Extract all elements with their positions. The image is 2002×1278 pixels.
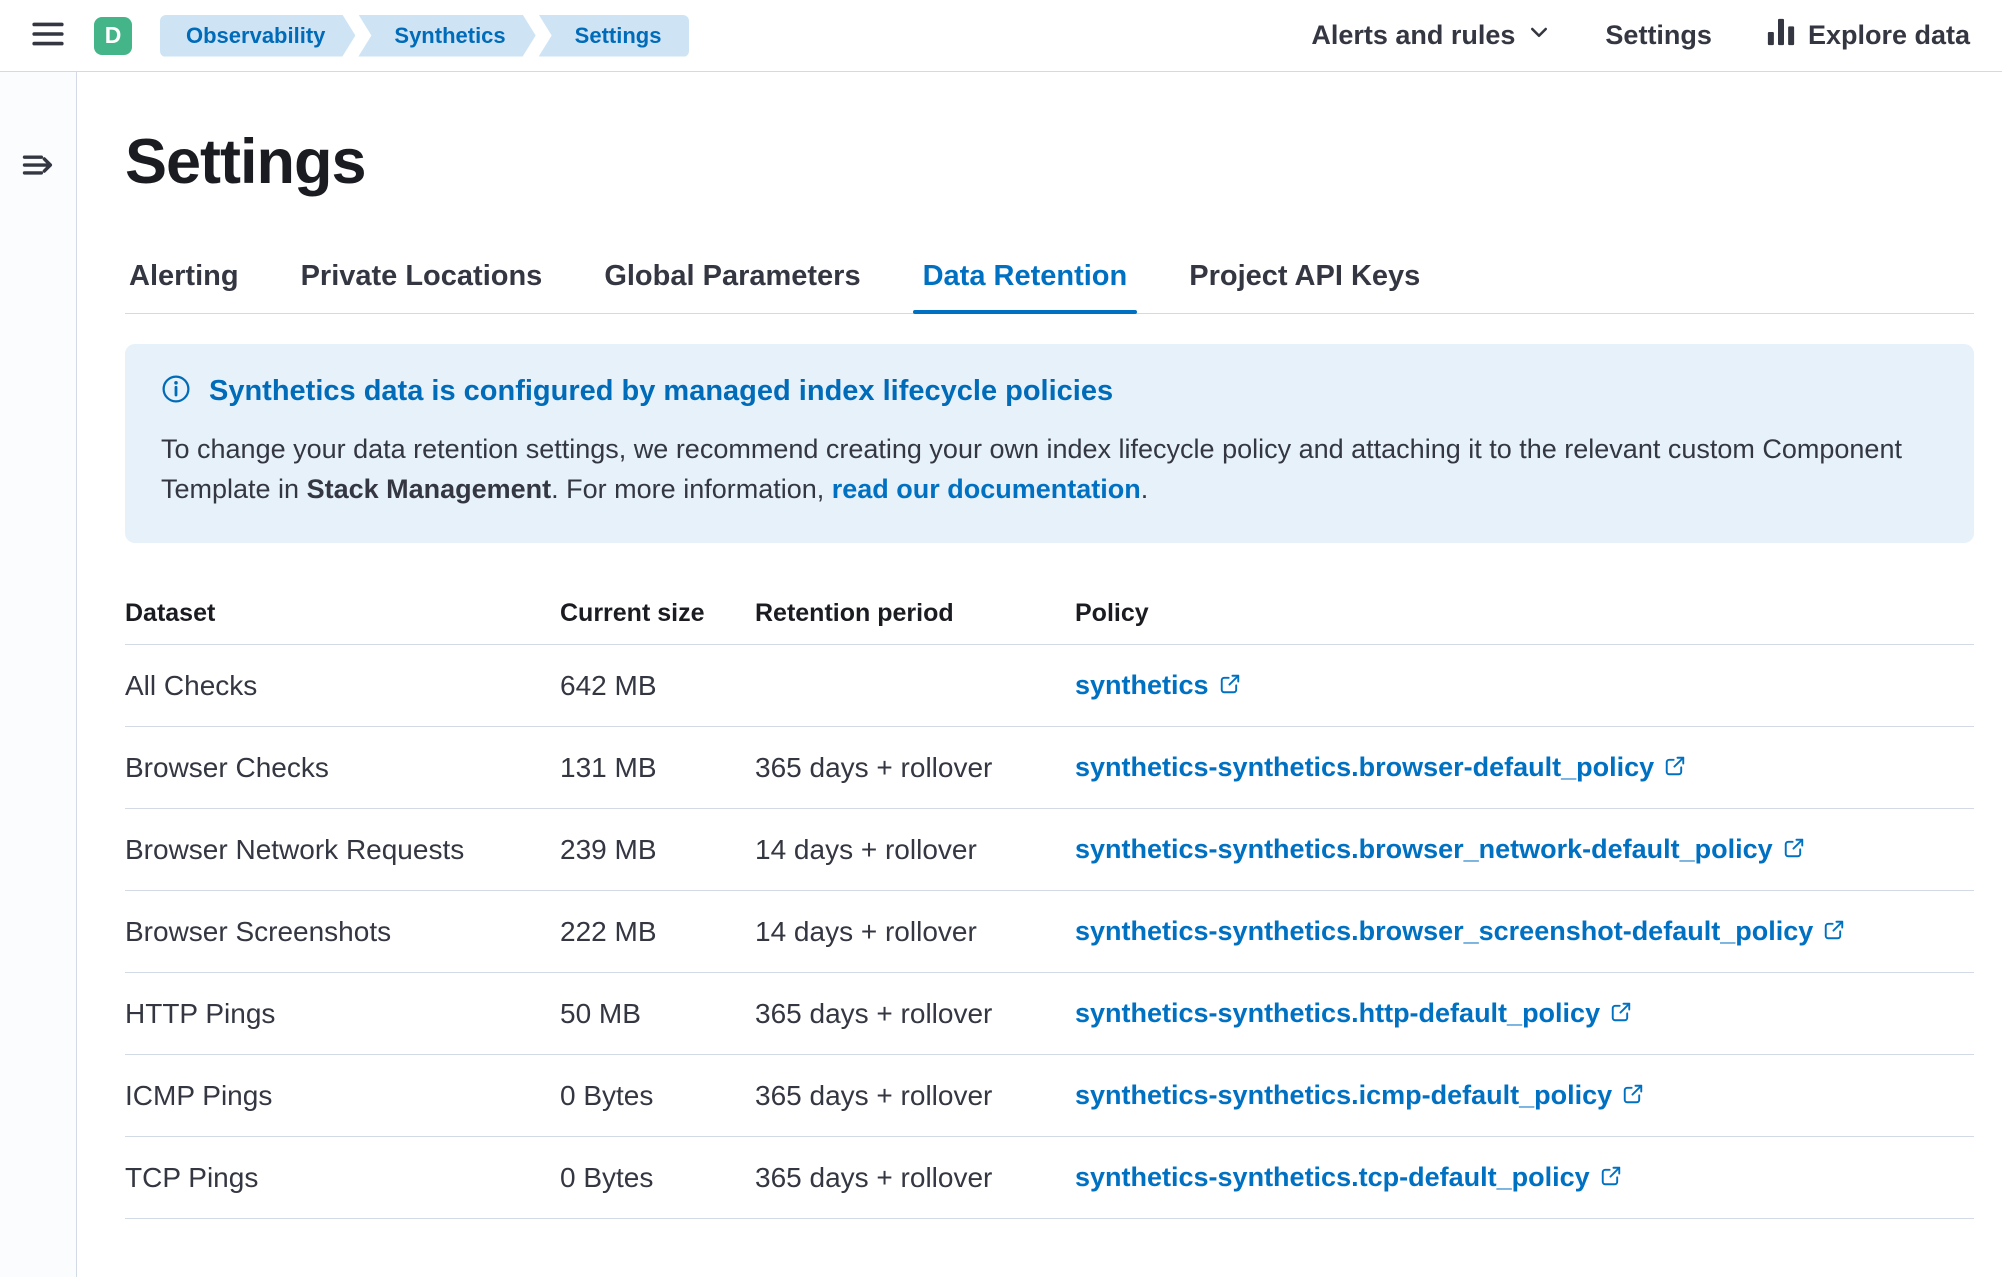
table-row: Browser Screenshots 222 MB 14 days + rol… bbox=[125, 891, 1974, 973]
policy-link-label: synthetics-synthetics.tcp-default_policy bbox=[1075, 1162, 1590, 1193]
cell-dataset: Browser Screenshots bbox=[125, 916, 560, 948]
cell-dataset: ICMP Pings bbox=[125, 1080, 560, 1112]
external-link-icon bbox=[1600, 1163, 1622, 1194]
main-content: Settings Alerting Private Locations Glob… bbox=[77, 72, 2002, 1277]
settings-tabs: Alerting Private Locations Global Parame… bbox=[125, 244, 1974, 314]
cell-dataset: TCP Pings bbox=[125, 1162, 560, 1194]
tab-global-parameters[interactable]: Global Parameters bbox=[600, 244, 864, 313]
external-link-icon bbox=[1823, 917, 1845, 948]
chevron-down-icon bbox=[1527, 20, 1551, 51]
space-avatar[interactable]: D bbox=[94, 17, 132, 55]
cell-size: 0 Bytes bbox=[560, 1162, 755, 1194]
column-header-current-size: Current size bbox=[560, 599, 755, 628]
cell-dataset: HTTP Pings bbox=[125, 998, 560, 1030]
policy-link-label: synthetics-synthetics.icmp-default_polic… bbox=[1075, 1080, 1612, 1111]
cell-size: 0 Bytes bbox=[560, 1080, 755, 1112]
policy-link[interactable]: synthetics-synthetics.browser-default_po… bbox=[1075, 751, 1686, 784]
cell-size: 642 MB bbox=[560, 670, 755, 702]
cell-size: 50 MB bbox=[560, 998, 755, 1030]
table-body: All Checks 642 MB synthetics Browser Che… bbox=[125, 645, 1974, 1219]
info-icon bbox=[161, 374, 191, 409]
table-header-row: Dataset Current size Retention period Po… bbox=[125, 581, 1974, 645]
cell-size: 239 MB bbox=[560, 834, 755, 866]
expand-sidebar-button[interactable] bbox=[16, 144, 60, 188]
alerts-and-rules-dropdown[interactable]: Alerts and rules bbox=[1311, 20, 1551, 51]
policy-link-label: synthetics-synthetics.browser_screenshot… bbox=[1075, 916, 1813, 947]
cell-retention: 365 days + rollover bbox=[755, 1162, 1075, 1194]
cell-size: 222 MB bbox=[560, 916, 755, 948]
collapsed-sidebar bbox=[0, 72, 77, 1277]
table-row: All Checks 642 MB synthetics bbox=[125, 645, 1974, 727]
policy-link-label: synthetics-synthetics.browser_network-de… bbox=[1075, 834, 1773, 865]
menu-expand-icon bbox=[20, 147, 56, 186]
breadcrumb-observability[interactable]: Observability bbox=[160, 15, 355, 57]
tab-data-retention[interactable]: Data Retention bbox=[919, 244, 1132, 313]
tab-project-api-keys[interactable]: Project API Keys bbox=[1185, 244, 1424, 313]
table-row: TCP Pings 0 Bytes 365 days + rollover sy… bbox=[125, 1137, 1974, 1219]
explore-data-icon bbox=[1766, 17, 1796, 54]
explore-data-link[interactable]: Explore data bbox=[1766, 17, 1970, 54]
page-title: Settings bbox=[125, 126, 1974, 198]
cell-retention: 365 days + rollover bbox=[755, 998, 1075, 1030]
menu-icon bbox=[31, 17, 65, 54]
callout-text-post: . bbox=[1141, 474, 1149, 504]
top-header: D Observability Synthetics Settings Aler… bbox=[0, 0, 2002, 72]
policy-link-label: synthetics-synthetics.http-default_polic… bbox=[1075, 998, 1600, 1029]
callout-header: Synthetics data is configured by managed… bbox=[161, 374, 1938, 409]
breadcrumb: Observability Synthetics Settings bbox=[160, 15, 689, 57]
policy-link[interactable]: synthetics bbox=[1075, 669, 1241, 702]
policy-link-label: synthetics bbox=[1075, 670, 1209, 701]
cell-retention: 365 days + rollover bbox=[755, 1080, 1075, 1112]
callout-text-mid: . For more information, bbox=[551, 474, 832, 504]
external-link-icon bbox=[1219, 671, 1241, 702]
cell-retention: 365 days + rollover bbox=[755, 752, 1075, 784]
callout-body: To change your data retention settings, … bbox=[161, 429, 1938, 509]
external-link-icon bbox=[1664, 753, 1686, 784]
cell-dataset: All Checks bbox=[125, 670, 560, 702]
breadcrumb-settings[interactable]: Settings bbox=[539, 15, 690, 57]
settings-link[interactable]: Settings bbox=[1605, 20, 1712, 51]
read-documentation-link[interactable]: read our documentation bbox=[832, 474, 1141, 504]
policy-link[interactable]: synthetics-synthetics.tcp-default_policy bbox=[1075, 1161, 1622, 1194]
column-header-dataset: Dataset bbox=[125, 599, 560, 628]
page-body: Settings Alerting Private Locations Glob… bbox=[0, 72, 2002, 1277]
breadcrumb-synthetics[interactable]: Synthetics bbox=[358, 15, 535, 57]
table-row: Browser Checks 131 MB 365 days + rollove… bbox=[125, 727, 1974, 809]
tab-private-locations[interactable]: Private Locations bbox=[297, 244, 547, 313]
table-row: ICMP Pings 0 Bytes 365 days + rollover s… bbox=[125, 1055, 1974, 1137]
table-row: Browser Network Requests 239 MB 14 days … bbox=[125, 809, 1974, 891]
alerts-and-rules-label: Alerts and rules bbox=[1311, 20, 1515, 51]
policy-link[interactable]: synthetics-synthetics.icmp-default_polic… bbox=[1075, 1079, 1644, 1112]
callout-stack-management: Stack Management bbox=[307, 474, 552, 504]
explore-data-label: Explore data bbox=[1808, 20, 1970, 51]
data-retention-table: Dataset Current size Retention period Po… bbox=[125, 581, 1974, 1219]
column-header-policy: Policy bbox=[1075, 599, 1974, 628]
cell-retention: 14 days + rollover bbox=[755, 916, 1075, 948]
header-actions: Alerts and rules Settings Explore data bbox=[1311, 17, 1970, 54]
table-row: HTTP Pings 50 MB 365 days + rollover syn… bbox=[125, 973, 1974, 1055]
external-link-icon bbox=[1783, 835, 1805, 866]
hamburger-menu-button[interactable] bbox=[26, 14, 70, 58]
tab-alerting[interactable]: Alerting bbox=[125, 244, 243, 313]
column-header-retention-period: Retention period bbox=[755, 599, 1075, 628]
cell-retention: 14 days + rollover bbox=[755, 834, 1075, 866]
cell-dataset: Browser Network Requests bbox=[125, 834, 560, 866]
cell-dataset: Browser Checks bbox=[125, 752, 560, 784]
policy-link[interactable]: synthetics-synthetics.browser_network-de… bbox=[1075, 833, 1805, 866]
policy-link-label: synthetics-synthetics.browser-default_po… bbox=[1075, 752, 1654, 783]
external-link-icon bbox=[1622, 1081, 1644, 1112]
callout-title: Synthetics data is configured by managed… bbox=[209, 375, 1113, 408]
info-callout: Synthetics data is configured by managed… bbox=[125, 344, 1974, 543]
policy-link[interactable]: synthetics-synthetics.browser_screenshot… bbox=[1075, 915, 1845, 948]
policy-link[interactable]: synthetics-synthetics.http-default_polic… bbox=[1075, 997, 1632, 1030]
cell-size: 131 MB bbox=[560, 752, 755, 784]
external-link-icon bbox=[1610, 999, 1632, 1030]
